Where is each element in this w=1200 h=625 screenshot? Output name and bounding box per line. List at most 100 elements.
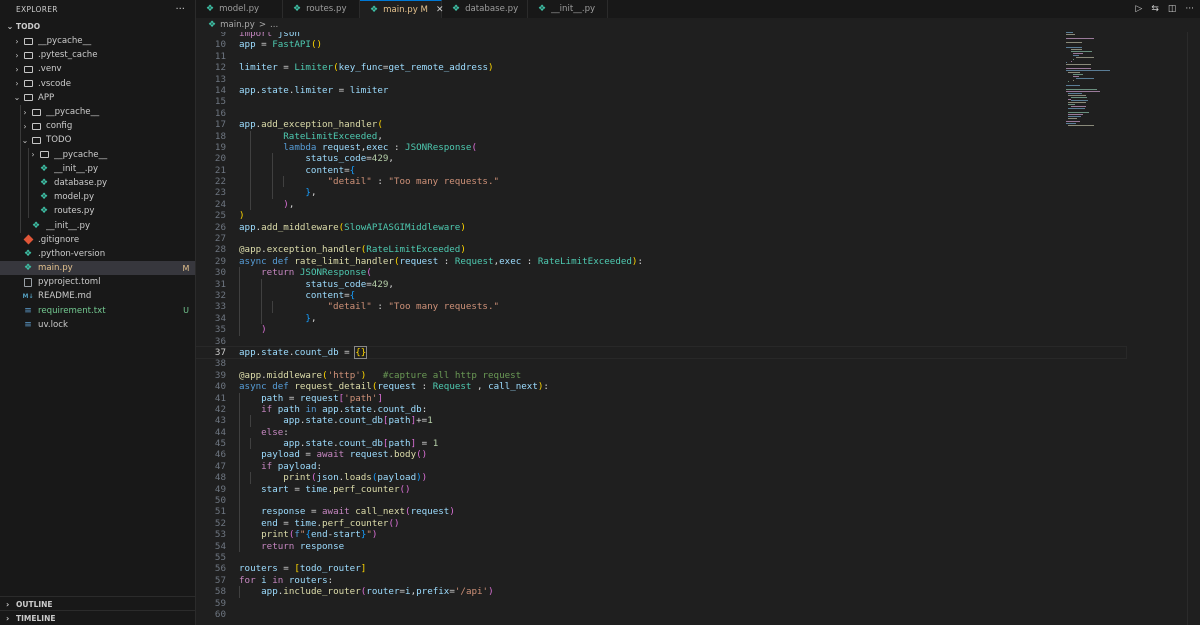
code-line[interactable]: 57 for i in routers: — [196, 575, 1126, 586]
code-line[interactable]: 58 app.include_router(router=i,prefix='/… — [196, 586, 1126, 598]
code-line[interactable]: 29 async def rate_limit_handler(request :… — [196, 256, 1126, 267]
folder-item[interactable]: › .vscode — [0, 77, 195, 91]
code-line[interactable]: 51 response = await call_next(request) — [196, 506, 1126, 518]
code-line[interactable]: 23 }, — [196, 187, 1126, 199]
line-number: 41 — [214, 392, 226, 404]
code-line[interactable]: 56 routers = [todo_router] — [196, 563, 1126, 574]
code-line[interactable]: 34 }, — [196, 312, 1126, 325]
code-line[interactable]: 55 — [196, 552, 1126, 563]
code-line[interactable]: 28 @app.exception_handler(RateLimitExceed… — [196, 244, 1126, 255]
timeline-section[interactable]: › TIMELINE — [0, 610, 195, 625]
outline-section[interactable]: › OUTLINE — [0, 596, 195, 611]
file-item[interactable]: ❖ database.py — [0, 175, 195, 191]
code-token: ) — [239, 210, 245, 222]
indent-guide — [250, 438, 251, 450]
workspace-root[interactable]: ⌄ TODO — [0, 18, 195, 34]
code-token: = — [299, 449, 317, 461]
code-line[interactable]: 49 start = time.perf_counter() — [196, 483, 1126, 496]
folder-item[interactable]: › config — [0, 119, 195, 134]
code-line[interactable]: 47 if payload: — [196, 460, 1126, 473]
folder-item[interactable]: ⌄ APP — [0, 91, 195, 105]
compare-changes-icon[interactable]: ⇆ — [1151, 4, 1159, 14]
code-line[interactable]: 48 print(json.loads(payload)) — [196, 472, 1126, 484]
code-line[interactable]: 33 "detail" : "Too many requests." — [196, 301, 1126, 313]
code-line[interactable]: 12 limiter = Limiter(key_func=get_remote_… — [196, 62, 1126, 73]
code-line[interactable]: 9 import json — [196, 32, 1126, 39]
code-line[interactable]: 22 "detail" : "Too many requests." — [196, 176, 1126, 188]
code-line[interactable]: 32 content={ — [196, 289, 1126, 302]
file-item[interactable]: pyproject.toml — [0, 275, 195, 289]
code-line[interactable]: 11 — [196, 51, 1126, 62]
folder-shape — [23, 51, 33, 59]
code-line[interactable]: 52 end = time.perf_counter() — [196, 517, 1126, 530]
file-item[interactable]: M↓ README.md — [0, 289, 195, 303]
editor-tab[interactable]: ❖ database.py — [442, 0, 528, 18]
code-line[interactable]: 43 app.state.count_db[path]+=1 — [196, 415, 1126, 427]
code-line[interactable]: 18 RateLimitExceeded, — [196, 130, 1126, 142]
file-item[interactable]: ❖ __init__.py — [0, 161, 195, 176]
code-line[interactable]: 53 print(f"{end-start}") — [196, 529, 1126, 541]
code-lines[interactable]: 9 import json 10 app = FastAPI() 11 12 limiter… — [196, 32, 1127, 620]
code-line[interactable]: 40 async def request_detail(request : Req… — [196, 381, 1126, 392]
code-token: payload — [261, 449, 300, 461]
code-line[interactable]: 39 @app.middleware('http') #capture all h… — [196, 370, 1126, 381]
code-line[interactable]: 20 status_code=429, — [196, 153, 1126, 165]
folder-item[interactable]: › .venv — [0, 62, 195, 76]
code-line[interactable]: 44 else: — [196, 426, 1126, 439]
editor-tab[interactable]: ❖ routes.py — [283, 0, 360, 18]
editor-tab[interactable]: ❖ model.py — [196, 0, 283, 18]
code-line[interactable]: 42 if path in app.state.count_db: — [196, 403, 1126, 416]
code-line[interactable]: 41 path = request['path'] — [196, 392, 1126, 404]
code-line[interactable]: 31 status_code=429, — [196, 278, 1126, 290]
file-item[interactable]: ❖ model.py — [0, 190, 195, 205]
folder-item[interactable]: › __pycache__ — [0, 104, 195, 120]
code-line[interactable]: 36 — [196, 336, 1126, 347]
vertical-scrollbar[interactable] — [1187, 32, 1200, 625]
folder-item[interactable]: ⌄ TODO — [0, 133, 195, 148]
code-line[interactable]: 19 lambda request,exec : JSONResponse( — [196, 141, 1126, 154]
code-line[interactable]: 16 — [196, 108, 1126, 119]
file-item[interactable]: ≡ uv.lock — [0, 318, 195, 332]
code-line[interactable]: 27 — [196, 233, 1126, 244]
code-line[interactable]: 60 — [196, 609, 1126, 620]
more-actions-icon[interactable]: ··· — [175, 4, 185, 15]
folder-item[interactable]: › __pycache__ — [0, 147, 195, 162]
file-item[interactable]: ❖ routes.py — [0, 204, 195, 219]
breadcrumb-file[interactable]: main.py — [220, 20, 255, 30]
code-line[interactable]: 15 — [196, 96, 1126, 107]
editor-tab[interactable]: ❖ __init__.py — [528, 0, 608, 18]
file-item[interactable]: ❖ .python-version — [0, 247, 195, 261]
breadcrumb-symbols[interactable]: ... — [270, 20, 278, 30]
code-editor[interactable]: 9 import json 10 app = FastAPI() 11 12 limiter… — [196, 32, 1200, 625]
code-line[interactable]: 21 content={ — [196, 164, 1126, 177]
folder-item[interactable]: › __pycache__ — [0, 34, 195, 48]
code-text: return response — [226, 540, 344, 552]
file-item[interactable]: ❖ main.py M — [0, 261, 195, 276]
split-editor-icon[interactable]: ◫ — [1168, 4, 1177, 14]
code-line[interactable]: 26 app.add_middleware(SlowAPIASGIMiddlewa… — [196, 222, 1126, 233]
minimap[interactable] — [1066, 32, 1136, 142]
code-line[interactable]: 10 app = FastAPI() — [196, 39, 1126, 50]
file-item[interactable]: ≡ requirement.txt U — [0, 304, 195, 318]
code-line[interactable]: 30 return JSONResponse( — [196, 267, 1126, 279]
more-actions-icon[interactable]: ··· — [1185, 4, 1194, 14]
file-item[interactable]: ❖ __init__.py — [0, 218, 195, 233]
code-line[interactable]: 24 ), — [196, 198, 1126, 211]
code-line[interactable]: 46 payload = await request.body() — [196, 449, 1126, 461]
code-line[interactable]: 45 app.state.count_db[path] = 1 — [196, 438, 1126, 450]
code-line[interactable]: 17 app.add_exception_handler( — [196, 119, 1126, 130]
code-line[interactable]: 13 — [196, 74, 1126, 85]
folder-item[interactable]: › .pytest_cache — [0, 48, 195, 62]
code-line[interactable]: 35 ) — [196, 324, 1126, 336]
code-line[interactable]: 54 return response — [196, 540, 1126, 552]
code-line[interactable]: 37 app.state.count_db = {} — [196, 345, 1127, 360]
editor-tab[interactable]: ❖ main.py M ✕ — [360, 0, 444, 18]
code-line[interactable]: 59 — [196, 598, 1126, 609]
code-token: : — [416, 381, 433, 393]
code-line[interactable]: 25) — [196, 210, 1126, 221]
run-icon[interactable]: ▷ — [1135, 4, 1142, 14]
code-line[interactable]: 50 — [196, 495, 1126, 507]
file-item[interactable]: .gitignore — [0, 233, 195, 247]
code-line[interactable]: 38 — [196, 358, 1126, 369]
code-line[interactable]: 14 app.state.limiter = limiter — [196, 85, 1126, 96]
